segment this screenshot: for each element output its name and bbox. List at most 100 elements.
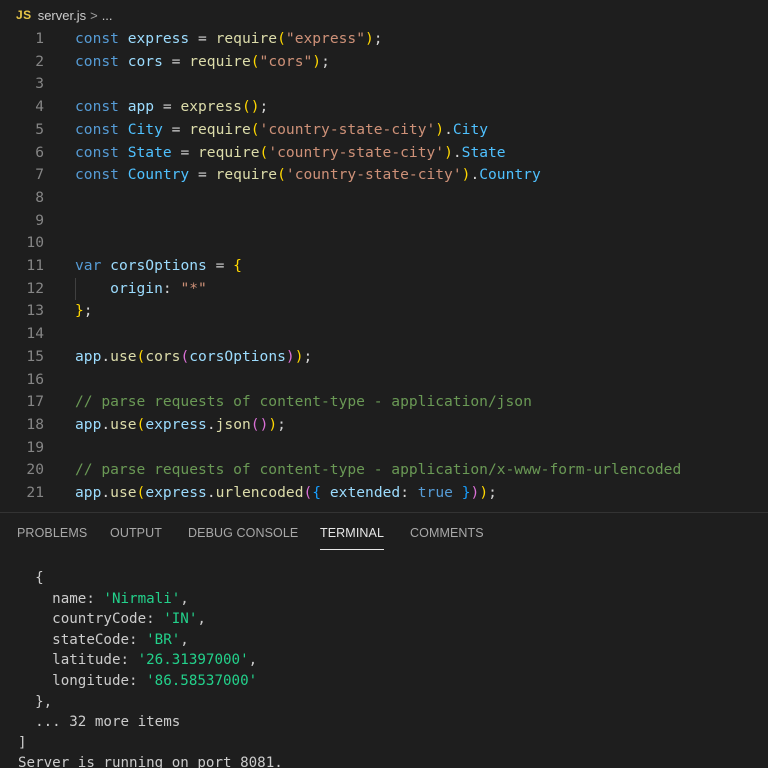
code-line[interactable]: 12 origin: "*": [0, 277, 768, 300]
code-line[interactable]: 2 const cors = require("cors");: [0, 51, 768, 73]
code-line[interactable]: 18 app.use(express.json());: [0, 414, 768, 436]
code-text: app.use(express.json());: [75, 414, 286, 436]
code-token: require: [198, 143, 260, 161]
code-text: const Country = require('country-state-c…: [75, 164, 541, 186]
code-line[interactable]: 16: [0, 369, 768, 391]
code-line[interactable]: 8: [0, 187, 768, 209]
code-line[interactable]: 7 const Country = require('country-state-…: [0, 164, 768, 186]
code-editor[interactable]: 1 const express = require("express"); 2 con…: [0, 28, 768, 512]
terminal-token: ... 32 more items: [18, 714, 181, 731]
chevron-right-icon: >: [90, 7, 98, 23]
code-line[interactable]: 9: [0, 210, 768, 232]
code-token: City: [127, 120, 163, 138]
code-line[interactable]: 19: [0, 437, 768, 459]
line-number: 9: [35, 211, 44, 229]
code-line[interactable]: 17 // parse requests of content-type - ap…: [0, 391, 768, 413]
terminal-token: name:: [18, 590, 104, 607]
code-token: cors: [127, 52, 163, 70]
line-number: 3: [35, 75, 44, 93]
code-line[interactable]: 5 const City = require('country-state-cit…: [0, 119, 768, 141]
line-number: 14: [26, 325, 44, 343]
code-line[interactable]: 10: [0, 232, 768, 254]
code-token: =: [189, 166, 216, 184]
terminal-token: Server is running on port 8081.: [18, 755, 283, 768]
code-token: =: [189, 30, 216, 47]
tab-terminal[interactable]: TERMINAL: [320, 526, 384, 540]
tab-output[interactable]: OUTPUT: [110, 526, 162, 540]
code-line[interactable]: 14: [0, 323, 768, 345]
code-token: const: [75, 166, 128, 184]
code-token: require: [189, 120, 251, 138]
breadcrumb-more[interactable]: ...: [102, 8, 113, 23]
code-text: // parse requests of content-type - appl…: [75, 459, 681, 481]
terminal-token: ,: [180, 590, 189, 607]
code-text: const cors = require("cors");: [75, 51, 330, 73]
code-token: app: [75, 415, 102, 433]
terminal-token: ,: [197, 611, 206, 628]
code-token: (: [303, 484, 313, 501]
terminal-line: countryCode: 'IN',: [18, 609, 206, 630]
code-token: :: [400, 484, 418, 501]
terminal-token: ,: [180, 631, 189, 648]
terminal-line: ]: [18, 733, 27, 754]
terminal-token: countryCode:: [18, 611, 164, 628]
terminal-token: ]: [18, 734, 27, 751]
terminal-token: latitude:: [18, 652, 138, 669]
code-token: {: [233, 257, 242, 274]
code-token: "express": [285, 30, 365, 47]
code-line[interactable]: 4 const app = express();: [0, 96, 768, 118]
line-number: 15: [26, 347, 44, 365]
code-text: const State = require('country-state-cit…: [75, 142, 506, 164]
tab-comments[interactable]: COMMENTS: [410, 526, 484, 540]
code-token: json: [215, 415, 251, 433]
tab-problems[interactable]: PROBLEMS: [17, 526, 87, 540]
code-line[interactable]: 15 app.use(cors(corsOptions));: [0, 346, 768, 368]
code-line[interactable]: 1 const express = require("express");: [0, 28, 768, 50]
breadcrumb-file-name[interactable]: server.js: [38, 8, 86, 23]
line-number: 12: [26, 279, 44, 297]
code-line[interactable]: 21 app.use(express.urlencoded({ extended:…: [0, 482, 768, 504]
code-token: (: [250, 120, 260, 138]
terminal-output[interactable]: { name: 'Nirmali', countryCode: 'IN', st…: [0, 553, 768, 768]
code-text: origin: "*": [75, 278, 207, 300]
terminal-token: '86.58537000': [146, 673, 258, 689]
code-line[interactable]: 13};: [0, 300, 768, 322]
code-token: app: [75, 484, 102, 501]
code-token: }: [75, 302, 84, 320]
code-line[interactable]: 3: [0, 73, 768, 95]
code-line[interactable]: 6 const State = require('country-state-ci…: [0, 142, 768, 164]
code-token: ;: [321, 52, 330, 70]
terminal-line: name: 'Nirmali',: [18, 589, 189, 610]
code-token: ;: [373, 30, 383, 47]
code-token: use: [110, 415, 137, 433]
code-token: corsOptions: [189, 347, 286, 365]
code-line[interactable]: 11 var corsOptions = {: [0, 255, 768, 277]
code-line[interactable]: 20 // parse requests of content-type - ap…: [0, 459, 768, 481]
line-number: 8: [35, 188, 44, 206]
terminal-line: },: [18, 692, 52, 713]
terminal-token: longitude:: [18, 673, 147, 689]
line-number: 10: [26, 234, 44, 252]
code-token: express: [145, 415, 207, 433]
code-text: app.use(express.urlencoded({ extended: t…: [75, 482, 497, 504]
line-number: 20: [26, 461, 44, 479]
code-token: const: [75, 98, 128, 116]
code-token: "cors": [259, 52, 313, 70]
code-token: (: [259, 143, 269, 161]
code-text: const express = require("express");: [75, 28, 383, 50]
code-token: ;: [488, 484, 497, 501]
code-token: :: [162, 279, 181, 297]
code-token: 'country-state-city': [268, 143, 445, 161]
line-number: 11: [26, 257, 44, 274]
panel-tab-bar: PROBLEMS OUTPUT DEBUG CONSOLE TERMINAL COMME…: [0, 513, 768, 553]
code-token: express: [127, 30, 190, 47]
code-token: var: [75, 257, 111, 274]
code-token: const: [75, 30, 128, 47]
code-token: require: [189, 52, 251, 70]
code-token: (: [250, 52, 260, 70]
tab-debug-console[interactable]: DEBUG CONSOLE: [188, 526, 298, 540]
javascript-file-icon: JS: [16, 8, 32, 22]
code-token: (: [136, 484, 146, 501]
code-token: 'country-state-city': [285, 166, 462, 184]
